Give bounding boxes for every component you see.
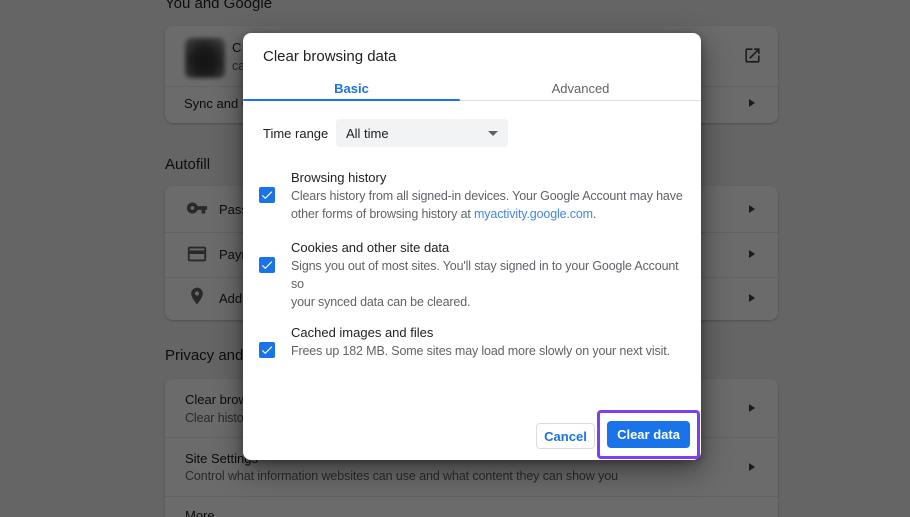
checkbox-label: Cached images and files xyxy=(291,323,693,342)
dropdown-arrow-icon xyxy=(488,131,498,136)
highlight-annotation-box: Clear data xyxy=(597,410,700,459)
checkbox-text: Cached images and files Frees up 182 MB.… xyxy=(291,323,693,360)
checkbox-list: Browsing history Clears history from all… xyxy=(243,168,701,360)
dialog-title: Clear browsing data xyxy=(263,48,396,65)
checkbox-label: Browsing history xyxy=(291,168,693,187)
active-tab-underline xyxy=(243,99,460,101)
myactivity-link[interactable]: myactivity.google.com xyxy=(474,207,593,221)
time-range-label: Time range xyxy=(263,126,329,141)
checkbox-label: Cookies and other site data xyxy=(291,238,693,257)
clear-data-button[interactable]: Clear data xyxy=(607,421,690,448)
checkbox-text: Cookies and other site data Signs you ou… xyxy=(291,238,693,311)
tab-advanced[interactable]: Advanced xyxy=(460,78,701,100)
cancel-button[interactable]: Cancel xyxy=(536,423,595,449)
checkbox-description: Signs you out of most sites. You'll stay… xyxy=(291,257,693,311)
time-range-value: All time xyxy=(346,126,389,141)
time-range-row: Time range All time xyxy=(263,119,508,147)
checkbox-description: Frees up 182 MB. Some sites may load mor… xyxy=(291,342,693,360)
checkbox-row-cookies: Cookies and other site data Signs you ou… xyxy=(243,238,701,311)
clear-browsing-data-dialog: Clear browsing data Basic Advanced Time … xyxy=(243,33,701,460)
cached-images-checkbox[interactable] xyxy=(259,342,275,358)
time-range-select[interactable]: All time xyxy=(336,119,508,147)
checkbox-row-cached-images: Cached images and files Frees up 182 MB.… xyxy=(243,323,701,360)
tab-basic[interactable]: Basic xyxy=(243,78,460,100)
checkbox-row-browsing-history: Browsing history Clears history from all… xyxy=(243,168,701,223)
checkbox-description: Clears history from all signed-in device… xyxy=(291,187,693,223)
checkbox-text: Browsing history Clears history from all… xyxy=(291,168,693,223)
cookies-checkbox[interactable] xyxy=(259,257,275,273)
description-suffix: . xyxy=(593,207,596,221)
browsing-history-checkbox[interactable] xyxy=(259,187,275,203)
chrome-settings-page: You and Google C ca Sync and Google serv… xyxy=(0,0,910,517)
tab-bar: Basic Advanced xyxy=(243,78,701,101)
